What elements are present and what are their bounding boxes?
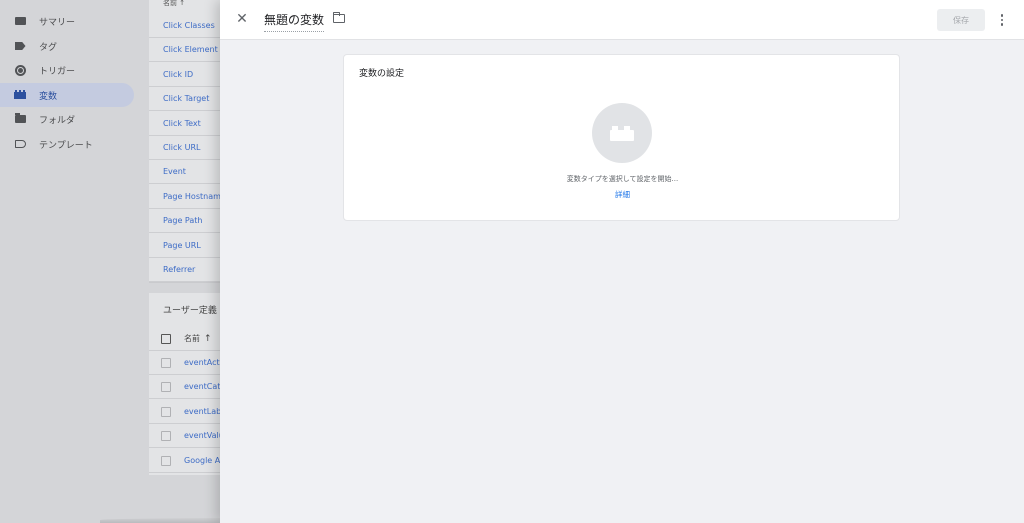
list-item[interactable]: Click Classes	[149, 14, 229, 38]
nav-item-folders[interactable]: フォルダ	[0, 107, 134, 131]
column-name-header[interactable]: 名前	[184, 333, 200, 344]
list-item[interactable]: Page URL	[149, 234, 229, 258]
nav-item-variables[interactable]: 変数	[0, 83, 134, 107]
nav-item-label: 変数	[39, 91, 58, 102]
user-defined-variables: ユーザー定義 名前 ↑ eventActi eventCate eventLab…	[149, 293, 229, 475]
panel-header: ✕ 無題の変数 保存	[220, 0, 1024, 40]
table-row[interactable]: eventValu	[149, 424, 229, 448]
list-item[interactable]: Click Text	[149, 112, 229, 136]
list-item[interactable]: Click Element	[149, 38, 229, 62]
list-item[interactable]: Click Target	[149, 87, 229, 111]
template-icon	[14, 139, 26, 149]
table-row[interactable]: eventCate	[149, 375, 229, 399]
title-field[interactable]: 無題の変数	[264, 10, 325, 32]
row-label[interactable]: eventActi	[184, 358, 222, 367]
table-header: 名前 ↑	[149, 327, 229, 351]
side-nav: サマリー タグ トリガー 変数 フォルダ テンプレート	[0, 0, 140, 523]
nav-item-label: サマリー	[39, 17, 76, 28]
variable-editor-panel: ✕ 無題の変数 保存 変数の設定 変数タイプを選択して設定を開始... 詳細	[220, 0, 1024, 523]
nav-item-label: トリガー	[39, 66, 76, 77]
list-item[interactable]: Click ID	[149, 63, 229, 87]
row-checkbox[interactable]	[161, 455, 171, 466]
close-icon[interactable]: ✕	[234, 11, 250, 27]
detail-link[interactable]: 詳細	[344, 189, 901, 200]
more-vert-icon[interactable]	[997, 10, 1007, 30]
section-title: ユーザー定義	[163, 306, 217, 316]
folder-icon[interactable]	[332, 12, 345, 23]
sort-arrow-icon: ↑	[204, 333, 212, 344]
brick-icon	[610, 125, 634, 141]
nav-item-templates[interactable]: テンプレート	[0, 132, 134, 156]
tag-icon	[14, 41, 26, 51]
folder-icon	[14, 113, 26, 124]
nav-item-summary[interactable]: サマリー	[0, 9, 134, 33]
save-button[interactable]: 保存	[937, 9, 985, 31]
variable-config-card[interactable]: 変数の設定 変数タイプを選択して設定を開始... 詳細	[343, 54, 900, 221]
table-row[interactable]: eventActi	[149, 351, 229, 375]
nav-item-tags[interactable]: タグ	[0, 34, 134, 58]
variable-type-placeholder[interactable]	[592, 103, 652, 163]
list-item[interactable]: Page Path	[149, 209, 229, 233]
row-label[interactable]: eventValu	[184, 431, 224, 440]
table-row[interactable]: Google A	[149, 449, 229, 473]
nav-item-label: フォルダ	[39, 115, 76, 126]
nav-item-label: テンプレート	[39, 140, 93, 151]
row-label[interactable]: Google A	[184, 456, 220, 465]
list-item[interactable]: Referrer	[149, 258, 229, 282]
row-checkbox[interactable]	[161, 430, 171, 441]
nav-item-triggers[interactable]: トリガー	[0, 58, 134, 82]
list-item[interactable]: Page Hostname	[149, 185, 229, 209]
builtin-variables-list: 名前 ↑ Click Classes Click Element Click I…	[149, 0, 229, 283]
trigger-icon	[14, 64, 26, 76]
row-checkbox[interactable]	[161, 357, 171, 368]
list-header: 名前 ↑	[163, 0, 186, 7]
nav-item-label: タグ	[39, 42, 58, 53]
page-title[interactable]: 無題の変数	[264, 11, 324, 28]
hint-text: 変数タイプを選択して設定を開始...	[566, 175, 679, 183]
row-checkbox[interactable]	[161, 381, 171, 392]
list-item[interactable]: Click URL	[149, 136, 229, 160]
list-item[interactable]: Event	[149, 160, 229, 184]
table-row[interactable]: eventLabe	[149, 400, 229, 424]
variable-icon	[14, 89, 26, 100]
row-checkbox[interactable]	[161, 406, 171, 417]
summary-icon	[14, 16, 26, 26]
card-title: 変数の設定	[359, 69, 405, 79]
select-all-checkbox[interactable]	[161, 333, 171, 344]
